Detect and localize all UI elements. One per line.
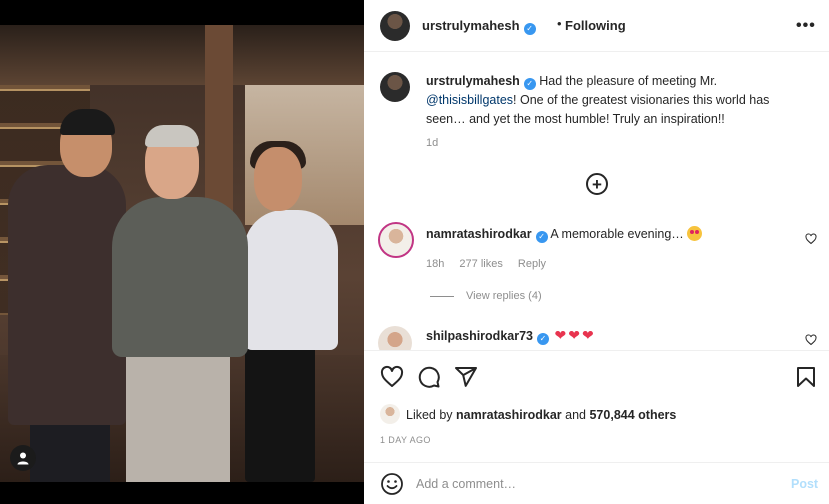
comment-icon[interactable]: [417, 365, 441, 389]
reply-button[interactable]: Reply: [518, 258, 546, 270]
author-username[interactable]: urstrulymahesh ✓: [422, 18, 536, 35]
view-replies-label[interactable]: View replies (4): [466, 290, 542, 302]
comment-body: A memorable evening…: [550, 227, 684, 241]
comment-likes[interactable]: 277 likes: [459, 258, 502, 270]
author-avatar[interactable]: [380, 11, 410, 41]
comment-input[interactable]: [416, 475, 756, 493]
comment-avatar[interactable]: [378, 222, 414, 258]
user-tag-icon: [17, 452, 29, 465]
post-actions: Liked by namratashirodkar and 570,844 ot…: [364, 350, 829, 455]
liked-by-text: Liked by namratashirodkar and 570,844 ot…: [406, 408, 676, 422]
red-heart-emoji: ❤: [568, 327, 580, 343]
post-header: urstrulymahesh ✓ • Following •••: [364, 0, 829, 52]
verified-icon: ✓: [523, 23, 536, 35]
instagram-post: urstrulymahesh ✓ • Following ••• urstruly…: [0, 0, 829, 504]
post-caption: urstrulymahesh ✓ Had the pleasure of meet…: [426, 72, 806, 129]
comment-time[interactable]: 18h: [426, 258, 444, 270]
comment-username[interactable]: namratashirodkar: [426, 227, 532, 241]
person-2-legs: [126, 341, 230, 482]
share-icon[interactable]: [454, 365, 478, 389]
liked-by-others[interactable]: 570,844 others: [589, 408, 676, 422]
caption-time[interactable]: 1d: [426, 137, 438, 149]
photo-panel: [0, 0, 364, 504]
replies-divider: [430, 295, 454, 297]
caption-text-start: Had the pleasure of meeting Mr.: [539, 74, 718, 88]
person-3-body: [244, 210, 338, 350]
user-tag-button[interactable]: [10, 445, 36, 471]
view-replies-button[interactable]: View replies (4): [430, 290, 542, 302]
comment-text: shilpashirodkar73 ✓ ❤ ❤ ❤: [426, 327, 594, 345]
emoji-icon[interactable]: [380, 472, 404, 496]
post-sidebar: urstrulymahesh ✓ • Following ••• urstruly…: [364, 0, 829, 504]
add-circle-icon[interactable]: +: [586, 173, 608, 195]
heart-icon[interactable]: [380, 365, 404, 389]
red-heart-emoji: ❤: [581, 327, 594, 343]
liked-by-user[interactable]: namratashirodkar: [456, 408, 562, 422]
comment-username[interactable]: shilpashirodkar73: [426, 329, 533, 343]
verified-icon: ✓: [523, 78, 536, 90]
red-heart-emoji: ❤: [554, 327, 567, 343]
author-username-text[interactable]: urstrulymahesh: [422, 18, 520, 33]
verified-icon: ✓: [537, 333, 549, 345]
person-2-hair: [145, 125, 199, 147]
verified-icon: ✓: [535, 231, 548, 243]
star-struck-emoji-icon: [687, 226, 703, 241]
comment-bar: Post: [364, 462, 829, 504]
liked-by-connector: and: [565, 408, 586, 422]
caption-username[interactable]: urstrulymahesh: [426, 74, 520, 88]
liked-by-prefix: Liked by: [406, 408, 453, 422]
person-2-body: [112, 197, 248, 357]
person-1-body: [8, 165, 126, 425]
comment-heart-icon[interactable]: [805, 334, 817, 346]
person-1-cap: [60, 109, 115, 135]
person-3-legs: [245, 341, 315, 482]
person-3-head: [254, 147, 302, 211]
post-timestamp[interactable]: 1 DAY AGO: [380, 435, 431, 445]
comment-text: namratashirodkar ✓ A memorable evening…: [426, 226, 703, 243]
bookmark-icon[interactable]: [794, 365, 818, 389]
more-icon[interactable]: •••: [796, 17, 816, 35]
post-comment-button[interactable]: Post: [791, 477, 818, 491]
caption-avatar[interactable]: [380, 72, 410, 102]
following-button[interactable]: Following: [565, 18, 626, 33]
header-separator: •: [557, 16, 562, 31]
liked-by-avatar[interactable]: [380, 404, 400, 424]
photo-ceiling: [0, 25, 364, 85]
comment-heart-icon[interactable]: [805, 233, 817, 245]
post-photo[interactable]: [0, 25, 364, 482]
caption-mention[interactable]: @thisisbillgates: [426, 93, 513, 107]
comment-meta: 18h 277 likes Reply: [426, 258, 558, 270]
